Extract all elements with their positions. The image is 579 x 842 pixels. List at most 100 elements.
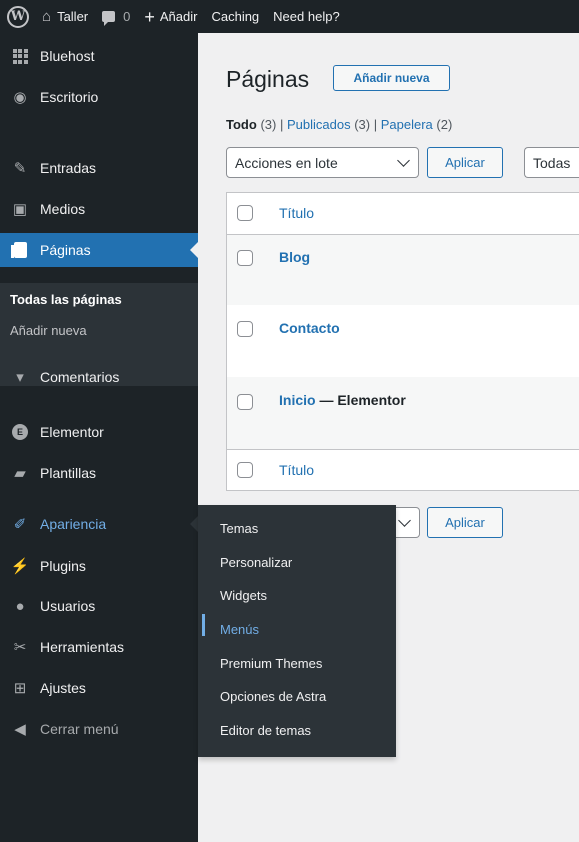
grid-icon (10, 46, 30, 66)
sidebar-item-label: Cerrar menú (40, 721, 119, 737)
dates-filter-select[interactable]: Todas (524, 147, 579, 178)
flyout-item-opciones-astra[interactable]: Opciones de Astra (220, 689, 326, 704)
filter-separator: | (279, 117, 284, 132)
sidebar-item-label: Bluehost (40, 48, 95, 64)
row-checkbox[interactable] (237, 394, 253, 410)
table-row: Inicio — Elementor (227, 377, 579, 449)
flyout-item-widgets[interactable]: Widgets (220, 588, 267, 603)
sidebar-item-plantillas[interactable]: ▰ Plantillas (0, 456, 198, 490)
sidebar-item-label: Medios (40, 201, 86, 217)
sidebar-item-herramientas[interactable]: ✂ Herramientas (0, 630, 198, 664)
flyout-item-temas[interactable]: Temas (220, 521, 258, 536)
sidebar-item-label: Escritorio (40, 89, 99, 105)
select-all-checkbox-footer[interactable] (237, 462, 253, 478)
filter-published[interactable]: Publicados (287, 117, 351, 132)
comments-count: 0 (123, 9, 131, 24)
sidebar-item-usuarios[interactable]: ● Usuarios (0, 589, 198, 623)
plug-icon: ⚡ (10, 558, 30, 575)
comment-bubble-icon (102, 11, 116, 26)
apply-button-bottom[interactable]: Aplicar (427, 507, 503, 538)
sidebar-item-medios[interactable]: ▣ Medios (0, 192, 198, 226)
users-icon: ● (15, 597, 25, 615)
row-state: — Elementor (315, 392, 406, 408)
sidebar-item-label: Plantillas (40, 465, 97, 481)
sidebar-item-label: Comentarios (40, 369, 120, 385)
add-new-page-button[interactable]: Añadir nueva (333, 65, 450, 91)
column-title-footer[interactable]: Título (279, 462, 314, 478)
wrench-icon: ✂ (13, 639, 27, 656)
submenu-all-pages[interactable]: Todas las páginas (10, 292, 122, 307)
collapse-icon: ◀ (14, 721, 26, 738)
row-title-link[interactable]: Blog (279, 249, 310, 265)
new-content-label: Añadir (159, 9, 198, 24)
row-title: Blog (279, 249, 311, 265)
page-title: Páginas (226, 66, 310, 92)
table-header: Título (227, 193, 579, 234)
table-row: Contacto (227, 305, 579, 377)
filter-all[interactable]: Todo (226, 117, 257, 132)
select-all-checkbox[interactable] (237, 205, 253, 221)
sidebar-item-escritorio[interactable]: ◉ Escritorio (0, 80, 198, 114)
sidebar-item-label: Entradas (40, 160, 97, 176)
row-title: Inicio (279, 392, 316, 408)
sidebar-item-apariencia[interactable]: ✐ Apariencia (0, 507, 198, 541)
sidebar-item-elementor[interactable]: E Elementor (0, 415, 198, 449)
bulk-actions-value: Acciones en lote (235, 154, 338, 171)
filter-trash[interactable]: Papelera (381, 117, 433, 132)
sidebar-item-label: Ajustes (40, 680, 86, 696)
row-checkbox[interactable] (237, 321, 253, 337)
sidebar-item-entradas[interactable]: ✎ Entradas (0, 151, 198, 185)
comments-link[interactable]: 0 (95, 0, 137, 33)
sidebar-item-comentarios[interactable]: ▾ Comentarios (0, 360, 198, 394)
dates-filter-value: Todas (533, 154, 571, 171)
filter-separator: | (373, 117, 378, 132)
active-indicator (202, 614, 205, 636)
submenu-add-new[interactable]: Añadir nueva (10, 323, 87, 338)
pages-table: Título Blog Contacto Inicio — Elementor … (226, 192, 579, 491)
media-icon: ▣ (12, 201, 28, 218)
settings-icon: ⊞ (13, 680, 27, 697)
row-title-link[interactable]: Contacto (279, 320, 340, 336)
status-filters: Todo (3) | Publicados (3) | Papelera (2) (226, 117, 452, 132)
sidebar-item-bluehost[interactable]: Bluehost (0, 39, 198, 73)
row-title-link[interactable]: Inicio — Elementor (279, 392, 406, 408)
row-title: Contacto (279, 320, 340, 336)
need-help-link[interactable]: Need help? (266, 0, 347, 33)
chevron-down-icon (398, 514, 411, 527)
home-icon: ⌂ (42, 8, 52, 25)
row-checkbox[interactable] (237, 250, 253, 266)
flyout-item-menus[interactable]: Menús (220, 622, 259, 637)
appearance-flyout-menu: Temas Personalizar Widgets Menús Premium… (198, 505, 396, 757)
apply-button-top[interactable]: Aplicar (427, 147, 503, 178)
flyout-item-editor-temas[interactable]: Editor de temas (220, 723, 311, 738)
wordpress-logo-icon[interactable]: W (7, 5, 29, 28)
filter-all-count: (3) (260, 117, 277, 132)
sidebar-item-plugins[interactable]: ⚡ Plugins (0, 549, 198, 583)
table-row: Blog (227, 235, 579, 305)
caching-link[interactable]: Caching (204, 0, 266, 33)
flyout-item-premium-themes[interactable]: Premium Themes (220, 656, 322, 671)
site-name-link[interactable]: ⌂ Taller (35, 0, 95, 33)
filter-published-count: (3) (354, 117, 371, 132)
folder-icon: ▰ (14, 465, 26, 482)
column-title-header[interactable]: Título (279, 205, 314, 221)
dashboard-icon: ◉ (13, 89, 27, 106)
elementor-icon: E (10, 422, 30, 442)
comment-icon: ▾ (16, 369, 24, 386)
sidebar-item-label: Páginas (40, 242, 91, 258)
table-footer: Título (227, 450, 579, 491)
chevron-down-icon (397, 154, 410, 167)
admin-sidebar: Bluehost ◉ Escritorio ✎ Entradas ▣ Medio… (0, 33, 198, 842)
sidebar-collapse-menu[interactable]: ◀ Cerrar menú (0, 712, 198, 746)
filter-trash-count: (2) (436, 117, 453, 132)
new-content-link[interactable]: + Añadir (137, 0, 204, 33)
sidebar-item-label: Plugins (40, 558, 86, 574)
sidebar-item-label: Elementor (40, 424, 104, 440)
brush-icon: ✐ (13, 516, 27, 533)
flyout-item-personalizar[interactable]: Personalizar (220, 555, 292, 570)
pin-icon: ✎ (13, 160, 27, 177)
sidebar-item-ajustes[interactable]: ⊞ Ajustes (0, 671, 198, 705)
sidebar-item-label: Apariencia (40, 516, 107, 532)
sidebar-item-paginas[interactable]: Páginas (0, 233, 198, 267)
bulk-actions-select-top[interactable]: Acciones en lote (226, 147, 419, 178)
